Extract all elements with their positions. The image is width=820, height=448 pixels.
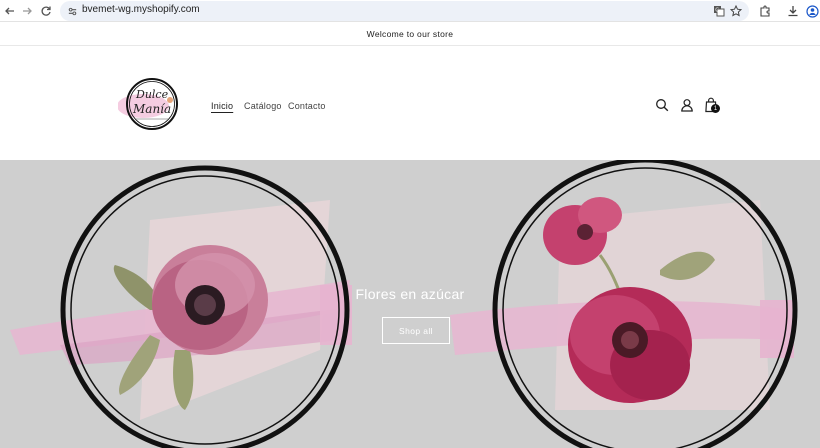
back-arrow-icon[interactable] — [2, 3, 18, 19]
nav-link-contacto[interactable]: Contacto — [288, 101, 326, 111]
nav-link-catalogo[interactable]: Catálogo — [244, 101, 282, 111]
account-icon[interactable] — [679, 96, 695, 114]
hero-banner: Flores en azúcar Shop all — [0, 160, 820, 448]
site-header: Dulce Manía Inicio Catálogo Contacto — [0, 46, 820, 160]
extensions-icon[interactable] — [757, 3, 773, 19]
hero-title: Flores en azúcar — [355, 286, 465, 302]
svg-text:Dulce: Dulce — [135, 88, 169, 101]
svg-text:G: G — [715, 8, 719, 14]
star-icon[interactable] — [728, 3, 744, 19]
announcement-bar: Welcome to our store — [0, 22, 820, 46]
shop-all-button[interactable]: Shop all — [382, 317, 450, 344]
store-logo[interactable]: Dulce Manía — [117, 76, 184, 132]
browser-toolbar: bvemet-wg.myshopify.com G — [0, 0, 820, 22]
announcement-text: Welcome to our store — [366, 28, 454, 39]
cart-count-badge: 1 — [711, 104, 720, 113]
profile-icon[interactable] — [804, 3, 820, 19]
forward-arrow-icon[interactable] — [19, 3, 35, 19]
hero-content: Flores en azúcar — [0, 286, 820, 302]
search-icon[interactable] — [654, 96, 670, 114]
url-text[interactable]: bvemet-wg.myshopify.com — [82, 4, 200, 15]
reload-icon[interactable] — [38, 3, 54, 19]
download-icon[interactable] — [785, 3, 801, 19]
hero-image — [10, 160, 798, 448]
site-info-icon[interactable] — [64, 3, 80, 19]
svg-text:Manía: Manía — [132, 102, 171, 116]
nav-link-inicio[interactable]: Inicio — [211, 101, 233, 111]
translate-icon[interactable]: G — [711, 3, 727, 19]
